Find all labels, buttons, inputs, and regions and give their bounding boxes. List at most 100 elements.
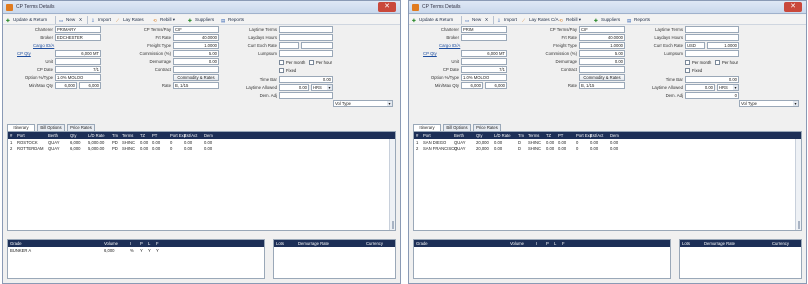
option-field[interactable]: 1.0% MOLOO — [461, 74, 507, 81]
table-column-header[interactable]: Grade — [416, 241, 428, 246]
laytime-allowed-field[interactable]: 0.00 — [685, 84, 715, 91]
table-row[interactable]: BUNKER A 6,000% Y Y Y — [8, 248, 264, 254]
grid-column-header[interactable]: PT — [152, 133, 157, 138]
table-column-header[interactable]: I — [130, 241, 131, 246]
scroll-thumb[interactable] — [798, 221, 800, 229]
view-select[interactable]: Vol Type ▾ — [739, 100, 799, 107]
tab-price-rates[interactable]: Price Rates — [67, 124, 95, 131]
frt-rate-field[interactable]: 40.0000 — [579, 34, 625, 41]
cargo-link[interactable]: Cargo ID/A — [33, 43, 54, 48]
grid-column-header[interactable]: TZ — [140, 133, 145, 138]
grid-column-header[interactable]: Terms — [528, 133, 539, 138]
rebill-button[interactable]: ⟲ Rebill ▾ — [559, 16, 581, 24]
laytime-unit-select[interactable]: HRS ▾ — [717, 84, 739, 91]
demurrage-field[interactable]: 0.00 — [173, 58, 219, 65]
rebill-button[interactable]: ⟲ Rebill ▾ — [153, 16, 175, 24]
contract-field[interactable] — [173, 66, 219, 73]
save-return-button[interactable]: ✚ Update & Return — [412, 16, 453, 24]
laytime-button[interactable]: ⟋ Lay Rates — [116, 16, 144, 24]
grid-column-header[interactable]: # — [416, 133, 418, 138]
grid-column-header[interactable]: PT — [558, 133, 563, 138]
table-column-header[interactable]: I — [536, 241, 537, 246]
frt-rate-field[interactable]: 40.0000 — [173, 34, 219, 41]
tab-price-rates[interactable]: Price Rates — [473, 124, 501, 131]
grid-column-header[interactable]: Dem — [610, 133, 619, 138]
rate-field[interactable]: B, 1/15 — [579, 82, 625, 89]
grid-column-header[interactable]: Dem — [204, 133, 213, 138]
table-column-header[interactable]: Lots — [682, 241, 690, 246]
per-hour-checkbox[interactable] — [309, 60, 314, 65]
import-button[interactable]: ⇩ Import — [497, 16, 517, 24]
grid-column-header[interactable]: Terms — [122, 133, 133, 138]
laytime-unit-select[interactable]: HRS ▾ — [311, 84, 333, 91]
grid-column-header[interactable]: TZ — [546, 133, 551, 138]
per-month-checkbox[interactable] — [685, 60, 690, 65]
grid-scrollbar[interactable] — [795, 139, 801, 230]
new-button[interactable]: ▭ New — [59, 16, 75, 24]
broker-field[interactable]: EDCHESTER — [55, 34, 101, 41]
commission-field[interactable]: 5.00 — [579, 50, 625, 57]
grid-column-header[interactable]: # — [10, 133, 12, 138]
unit-field[interactable] — [461, 58, 507, 65]
exch-rate-field[interactable]: 1.0000 — [707, 42, 739, 49]
suppliers-button[interactable]: ✚ Suppliers — [188, 16, 214, 24]
close-icon[interactable]: ✕ — [378, 2, 396, 12]
reports-button[interactable]: ▤ Reports — [221, 16, 244, 24]
grid-column-header[interactable]: Qty — [476, 133, 483, 138]
grid-column-header[interactable]: Berth — [48, 133, 58, 138]
commission-field[interactable]: 5.00 — [173, 50, 219, 57]
scroll-thumb[interactable] — [392, 221, 394, 229]
save-return-button[interactable]: ✚ Update & Return — [6, 16, 47, 24]
laytime-terms-field[interactable] — [279, 26, 333, 33]
table-column-header[interactable]: Volume — [510, 241, 524, 246]
fixed-checkbox[interactable] — [685, 68, 690, 73]
grid-column-header[interactable]: Port — [17, 133, 25, 138]
table-row[interactable]: 2 ROTTERDAM QUAY 6,000 5,000.00 PD SHINC 0.00 0.… — [8, 146, 395, 152]
grid-column-header[interactable]: Est/Act — [590, 133, 603, 138]
table-column-header[interactable]: Grade — [10, 241, 22, 246]
time-bar-field[interactable]: 0.00 — [279, 76, 333, 83]
tab-bill-options[interactable]: Bill Options — [37, 124, 65, 131]
cp-terms-field[interactable]: CIF — [173, 26, 219, 33]
grid-column-header[interactable]: L/D Rate — [494, 133, 511, 138]
import-button[interactable]: ⇩ Import — [91, 16, 111, 24]
per-month-checkbox[interactable] — [279, 60, 284, 65]
grid-column-header[interactable]: Berth — [454, 133, 464, 138]
dem-adj-field[interactable] — [279, 92, 333, 99]
table-column-header[interactable]: Lots — [276, 241, 284, 246]
grid-column-header[interactable]: Est/Act — [184, 133, 197, 138]
charterer-field[interactable]: PRIMARY — [55, 26, 101, 33]
grid-column-header[interactable]: Tm — [112, 133, 118, 138]
grid-column-header[interactable]: L/D Rate — [88, 133, 105, 138]
fixed-checkbox[interactable] — [279, 68, 284, 73]
laytime-allowed-field[interactable]: 0.00 — [279, 84, 309, 91]
delete-button[interactable]: X — [485, 16, 488, 24]
tab-itinerary[interactable]: Itinerary — [413, 124, 441, 131]
table-row[interactable]: 2 SAN FRANCISCO QUAY 20,000 0.00 D SHINC 0.00 0.… — [414, 146, 801, 152]
table-column-header[interactable]: Demurrage Rate — [704, 241, 735, 246]
option-field[interactable]: 1.0% MOLOO — [55, 74, 101, 81]
cp-qty-field[interactable]: 6,000 MT — [55, 50, 101, 57]
min-qty-field[interactable]: 6,000 — [55, 82, 77, 89]
table-column-header[interactable]: F — [562, 241, 565, 246]
grid-scrollbar[interactable] — [389, 139, 395, 230]
cp-terms-field[interactable]: CIF — [579, 26, 625, 33]
per-hour-checkbox[interactable] — [715, 60, 720, 65]
reports-button[interactable]: ▤ Reports — [627, 16, 650, 24]
close-icon[interactable]: ✕ — [784, 2, 802, 12]
contract-field[interactable] — [579, 66, 625, 73]
frt-type-field[interactable]: 1.0000 — [173, 42, 219, 49]
commodity-rates-button[interactable]: Commodity & Rates — [579, 74, 625, 81]
commodity-rates-button[interactable]: Commodity & Rates — [173, 74, 219, 81]
table-column-header[interactable]: F — [156, 241, 159, 246]
laydays-hours-field[interactable] — [279, 34, 333, 41]
laytime-button[interactable]: ⟋ Lay Rates C/A — [522, 16, 559, 24]
new-button[interactable]: ▭ New — [465, 16, 481, 24]
view-select[interactable]: Vol Type ▾ — [333, 100, 393, 107]
laydays-hours-field[interactable] — [685, 34, 739, 41]
lumpsum-field[interactable] — [685, 50, 739, 57]
dem-adj-field[interactable]: 0 — [685, 92, 739, 99]
suppliers-button[interactable]: ✚ Suppliers — [594, 16, 620, 24]
currency-field[interactable]: USD — [685, 42, 705, 49]
table-column-header[interactable]: P — [546, 241, 549, 246]
